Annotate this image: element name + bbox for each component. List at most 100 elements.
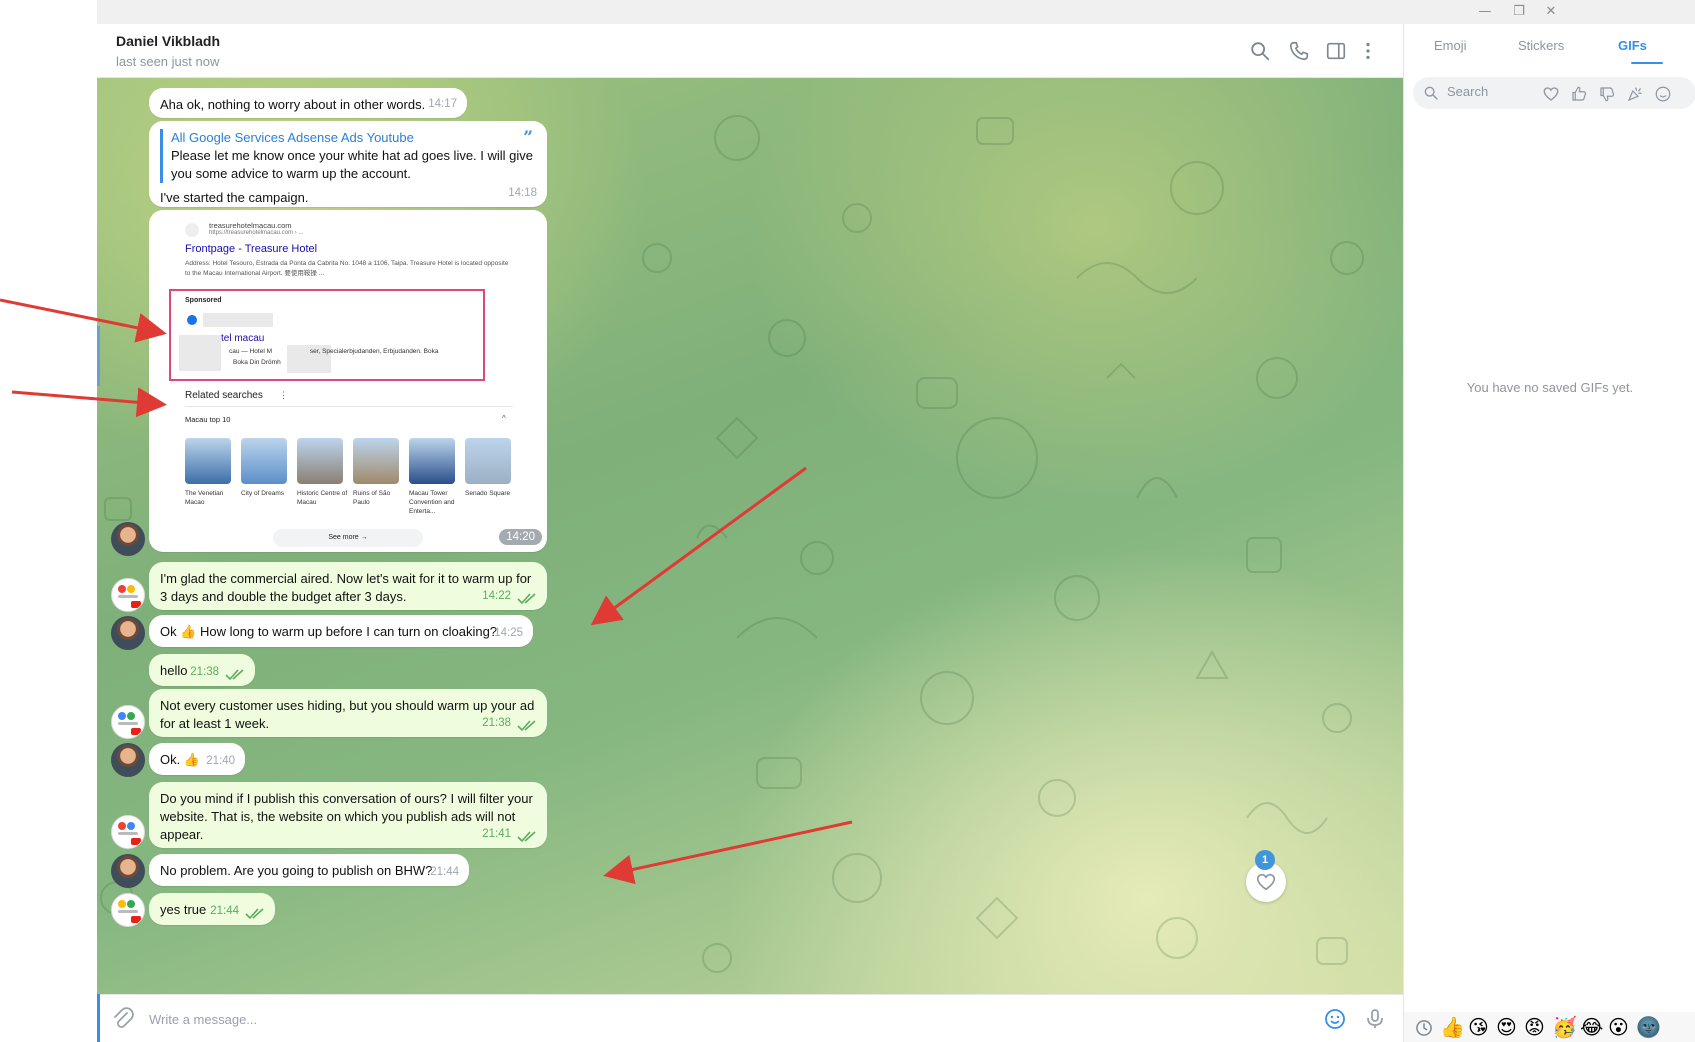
result-title: Frontpage - Treasure Hotel [185,243,318,255]
party-icon[interactable] [1626,85,1644,103]
message-time: 14:20 [499,529,542,545]
message-bubble[interactable]: Do you mind if I publish this conversati… [149,782,547,848]
message-text: I've started the campaign. [160,190,309,205]
avatar[interactable] [111,815,145,849]
reply-text: Please let me know once your white hat a… [171,148,534,181]
place-label: Ruins of São Paulo [353,490,391,506]
emoji-kiss[interactable]: 😘 [1468,1016,1489,1038]
message-bubble[interactable]: Ok. 👍 21:40 [149,743,245,775]
attach-icon[interactable] [111,1007,135,1031]
sidebar-toggle-icon[interactable] [1325,40,1347,62]
heart-icon[interactable] [1542,85,1560,103]
heart-icon [1256,873,1276,891]
window-title-bar: — ❐ ✕ [97,0,1695,24]
restore-button[interactable]: ❐ [1510,3,1528,21]
avatar[interactable] [111,743,145,777]
see-more-button: See more → [273,529,423,547]
chat-header: Daniel Vikbladh last seen just now [97,24,1403,78]
read-checkmarks-icon [517,593,536,605]
quick-emoji-bar: 👍 😘 😍 😡 🥳 😂 😮 🌚 [1404,1012,1695,1042]
recent-icon[interactable] [1414,1018,1434,1038]
minimize-button[interactable]: — [1476,3,1494,21]
message-text: hello [160,663,188,678]
chat-area[interactable]: Aha ok, nothing to worry about in other … [97,78,1403,994]
message-bubble[interactable]: yes true 21:44 [149,893,275,925]
message-time: 21:38 [482,717,511,729]
avatar[interactable] [111,578,145,612]
message-time: 21:41 [482,828,511,840]
gif-search-input[interactable] [1447,84,1547,99]
tab-emoji[interactable]: Emoji [1434,38,1467,53]
message-time: 14:18 [508,187,537,199]
place-thumbnail [353,438,399,484]
message-bubble[interactable]: hello 21:38 [149,654,255,686]
read-checkmarks-icon [517,831,536,843]
reply-quote[interactable]: All Google Services Adsense Ads Youtube … [160,129,536,183]
avatar[interactable] [111,705,145,739]
message-time: 14:17 [428,98,457,110]
active-tab-indicator [1631,62,1663,64]
sponsored-description: Boka Din Drömh [233,359,281,366]
message-bubble[interactable]: I'm glad the commercial aired. Now let's… [149,562,547,610]
sponsored-ad-highlight: Sponsored tel macau cau — Hotel M ser, S… [169,289,485,381]
screenshot-message[interactable]: treasurehotelmacau.com https://treasureh… [149,210,547,552]
emoji-icon[interactable] [1323,1007,1347,1031]
unread-badge: 1 [1255,850,1275,870]
blurred-region [179,335,221,371]
place-label: Historic Centre of Macau [297,490,348,506]
emoji-angry[interactable]: 😡 [1524,1016,1545,1038]
message-time: 14:22 [482,590,511,602]
phone-icon[interactable] [1288,40,1310,62]
emoji-party[interactable]: 🥳 [1552,1016,1577,1038]
place-thumbnail [297,438,343,484]
avatar[interactable] [111,616,145,650]
message-text: I'm glad the commercial aired. Now let's… [160,571,532,604]
contact-name[interactable]: Daniel Vikbladh [116,33,220,49]
emoji-moon-face[interactable]: 🌚 [1636,1016,1661,1038]
search-icon[interactable] [1249,40,1271,62]
tab-gifs[interactable]: GIFs [1618,38,1647,53]
emoji-laugh[interactable]: 😂 [1580,1016,1603,1038]
avatar[interactable] [111,854,145,888]
message-bubble[interactable]: All Google Services Adsense Ads Youtube … [149,121,547,207]
message-time: 21:40 [206,755,235,767]
related-menu-icon: ⋮ [279,390,288,400]
thumbs-down-icon[interactable] [1598,85,1616,103]
chevron-up-icon: ^ [502,414,506,423]
sponsored-link: tel macau [221,333,265,344]
avatar[interactable] [111,522,145,556]
message-bubble[interactable]: Aha ok, nothing to worry about in other … [149,88,467,118]
thumbs-up-icon[interactable] [1570,85,1588,103]
emoji-thumbs-up[interactable]: 👍 [1440,1016,1465,1038]
site-favicon [185,223,199,237]
reply-title: All Google Services Adsense Ads Youtube [171,130,414,145]
site-name: treasurehotelmacau.com [209,221,292,230]
site-url: https://treasurehotelmacau.com › ... [209,230,304,236]
mic-icon[interactable] [1363,1007,1387,1031]
more-icon[interactable] [1357,40,1379,62]
read-checkmarks-icon [517,720,536,732]
message-text: Aha ok, nothing to worry about in other … [160,97,426,112]
emoji-sticker-gif-panel: Emoji Stickers GIFs You have no saved GI… [1403,24,1695,1042]
contact-status: last seen just now [116,54,220,69]
message-time: 14:25 [494,627,523,639]
top10-label: Macau top 10 [185,415,231,424]
message-time: 21:44 [210,905,239,917]
close-button[interactable]: ✕ [1542,3,1560,21]
smile-icon[interactable] [1654,85,1672,103]
message-bubble[interactable]: Ok 👍 How long to warm up before I can tu… [149,615,533,647]
message-text: yes true [160,902,207,917]
avatar[interactable] [111,893,145,927]
emoji-surprised[interactable]: 😮 [1608,1016,1629,1038]
message-bubble[interactable]: Not every customer uses hiding, but you … [149,689,547,737]
emoji-heart-eyes[interactable]: 😍 [1496,1016,1517,1038]
place-thumbnail [409,438,455,484]
message-bubble[interactable]: No problem. Are you going to publish on … [149,854,469,886]
message-text: Ok 👍 How long to warm up before I can tu… [160,624,498,639]
message-text: Not every customer uses hiding, but you … [160,698,535,731]
empty-gifs-message: You have no saved GIFs yet. [1466,380,1634,395]
sponsored-desc-part: cau — Hotel M [229,348,272,355]
place-thumbnail [185,438,231,484]
message-input[interactable] [149,1008,1209,1030]
tab-stickers[interactable]: Stickers [1518,38,1564,53]
